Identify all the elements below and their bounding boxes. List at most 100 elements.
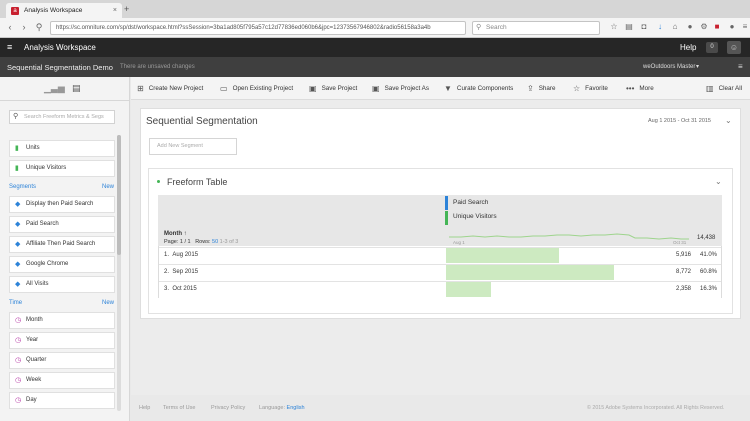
create-project-button[interactable]: ⊞ Create New Project bbox=[137, 77, 203, 100]
time-item-day[interactable]: ◷ Day bbox=[9, 392, 115, 409]
language-label: Language: bbox=[259, 405, 285, 411]
row-name: Oct 2015 bbox=[172, 286, 197, 292]
row-index: 2. bbox=[164, 269, 170, 275]
segment-icon: ◆ bbox=[15, 281, 21, 288]
project-name[interactable]: Sequential Segmentation Demo bbox=[7, 63, 113, 72]
rail-scrollbar-thumb[interactable] bbox=[117, 135, 121, 255]
visualizations-tab-icon[interactable]: ▁▃▅ bbox=[44, 83, 65, 94]
rows-per-page-selector[interactable]: 50 bbox=[212, 239, 218, 245]
browser-tab-title: Analysis Workspace bbox=[24, 7, 83, 14]
sparkline-start-label: Aug 1 bbox=[453, 240, 465, 245]
extension-2-icon[interactable]: ● bbox=[726, 22, 738, 31]
reading-list-icon[interactable]: ▤ bbox=[623, 22, 635, 31]
add-segment-dropzone[interactable]: Add New Segment bbox=[149, 138, 237, 155]
time-item-month[interactable]: ◷ Month bbox=[9, 312, 115, 329]
project-header: Sequential Segmentation Demo There are u… bbox=[0, 57, 750, 77]
footer-terms-link[interactable]: Terms of Use bbox=[163, 405, 195, 411]
extension-icon[interactable]: ■ bbox=[711, 22, 723, 31]
browser-search-input[interactable]: ⚲ Search bbox=[472, 21, 600, 35]
footer-language: Language: English bbox=[259, 405, 305, 411]
help-link[interactable]: Help bbox=[680, 43, 696, 52]
home-icon[interactable]: ⌂ bbox=[669, 22, 681, 31]
download-icon[interactable]: ↓ bbox=[654, 22, 666, 31]
segment-item-google-chrome[interactable]: ◆ Google Chrome bbox=[9, 256, 115, 273]
row-value: 5,916 bbox=[676, 252, 692, 258]
curate-components-button[interactable]: ▼ Curate Components bbox=[444, 77, 513, 100]
user-avatar-icon[interactable]: ☺ bbox=[727, 41, 741, 54]
segment-icon: ◆ bbox=[15, 261, 21, 268]
unsaved-status: There are unsaved changes bbox=[120, 64, 195, 70]
segment-label: All Visits bbox=[26, 281, 49, 287]
clock-icon: ◷ bbox=[15, 397, 22, 404]
dimension-label: Month bbox=[164, 231, 182, 237]
time-item-year[interactable]: ◷ Year bbox=[9, 332, 115, 349]
new-time-link[interactable]: New bbox=[102, 300, 114, 306]
bookmark-star-icon[interactable]: ☆ bbox=[608, 22, 620, 31]
share-button[interactable]: ⇪ Share bbox=[527, 77, 556, 100]
close-tab-icon[interactable]: × bbox=[113, 7, 117, 14]
time-item-quarter[interactable]: ◷ Quarter bbox=[9, 352, 115, 369]
report-suite-selector[interactable]: weOutdoors Master bbox=[643, 64, 695, 70]
favorite-button[interactable]: ☆ Favorite bbox=[573, 77, 608, 100]
new-segment-link[interactable]: New bbox=[102, 184, 114, 190]
new-tab-button[interactable]: + bbox=[124, 4, 129, 14]
row-percent: 16.3% bbox=[700, 286, 718, 292]
dimension-header[interactable]: Month ↑ bbox=[164, 231, 187, 237]
segment-item-paid-search[interactable]: ◆ Paid Search bbox=[9, 216, 115, 233]
url-bar[interactable]: https://sc.omniture.com/sp/dst/workspace… bbox=[50, 21, 466, 35]
segment-icon: ◆ bbox=[15, 201, 21, 208]
chevron-down-icon[interactable]: ▾ bbox=[696, 63, 699, 70]
hamburger-menu-icon[interactable]: ≡ bbox=[7, 42, 12, 52]
browser-menu-icon[interactable]: ≡ bbox=[739, 22, 750, 31]
row-percent: 60.8% bbox=[700, 269, 718, 275]
table-row[interactable] bbox=[159, 264, 721, 281]
row-index: 3. bbox=[164, 286, 170, 292]
segment-label: Google Chrome bbox=[26, 261, 69, 267]
segment-item-all-visits[interactable]: ◆ All Visits bbox=[9, 276, 115, 293]
table-row[interactable] bbox=[159, 247, 721, 264]
open-project-button[interactable]: ▭ Open Existing Project bbox=[220, 77, 293, 100]
metric-item-unique-visitors[interactable]: ▮ Unique Visitors bbox=[9, 160, 115, 177]
footer-help-link[interactable]: Help bbox=[139, 405, 150, 411]
chevron-down-icon[interactable]: ⌄ bbox=[725, 116, 732, 125]
save-project-as-button[interactable]: ▣ Save Project As bbox=[372, 77, 429, 100]
visualization-title[interactable]: Freeform Table bbox=[167, 177, 227, 187]
star-icon: ☆ bbox=[573, 84, 581, 93]
more-button[interactable]: ••• More bbox=[626, 77, 654, 100]
create-icon: ⊞ bbox=[137, 84, 144, 93]
row-index: 1. bbox=[164, 252, 170, 258]
forward-icon[interactable]: › bbox=[18, 22, 30, 32]
sort-arrow-icon[interactable]: ↑ bbox=[184, 231, 187, 237]
project-menu-icon[interactable]: ≡ bbox=[738, 62, 743, 71]
pocket-icon[interactable]: ◘ bbox=[638, 22, 650, 31]
time-item-week[interactable]: ◷ Week bbox=[9, 372, 115, 389]
clock-icon: ◷ bbox=[15, 337, 22, 344]
panel-date-range[interactable]: Aug 1 2015 - Oct 31 2015 bbox=[648, 118, 711, 124]
browser-tab[interactable]: a Analysis Workspace × bbox=[6, 3, 122, 18]
chat-icon[interactable]: ● bbox=[684, 22, 696, 31]
footer-privacy-link[interactable]: Privacy Policy bbox=[211, 405, 245, 411]
segment-icon: ◆ bbox=[15, 241, 21, 248]
panel-title[interactable]: Sequential Segmentation bbox=[146, 116, 258, 127]
row-label[interactable]: 1. Aug 2015 bbox=[164, 252, 198, 258]
column-segment-header[interactable]: Paid Search bbox=[453, 199, 488, 206]
save-project-button[interactable]: ▣ Save Project bbox=[309, 77, 357, 100]
sync-icon[interactable]: ⚙ bbox=[698, 22, 710, 31]
components-tab-icon[interactable]: ▤ bbox=[72, 83, 81, 94]
component-search-input[interactable]: ⚲ Search Freeform Metrics & Segs bbox=[9, 110, 115, 124]
language-selector[interactable]: English bbox=[287, 405, 305, 411]
table-row[interactable] bbox=[159, 281, 721, 298]
time-header: Time bbox=[9, 300, 23, 306]
column-metric-header[interactable]: Unique Visitors bbox=[453, 213, 497, 220]
back-icon[interactable]: ‹ bbox=[4, 22, 16, 32]
row-label[interactable]: 2. Sep 2015 bbox=[164, 269, 198, 275]
metric-item-units[interactable]: ▮ Units bbox=[9, 140, 115, 157]
chevron-down-icon[interactable]: ⌄ bbox=[715, 177, 722, 186]
page-value: 1 / 1 bbox=[179, 239, 191, 245]
clear-all-button[interactable]: ▥ Clear All bbox=[706, 77, 742, 100]
segment-item-display-then-paid-search[interactable]: ◆ Display then Paid Search bbox=[9, 196, 115, 213]
notifications-badge[interactable]: 0 bbox=[706, 42, 718, 53]
segment-item-affiliate-then-paid-search[interactable]: ◆ Affiliate Then Paid Search bbox=[9, 236, 115, 253]
segment-label: Paid Search bbox=[26, 221, 59, 227]
row-label[interactable]: 3. Oct 2015 bbox=[164, 286, 197, 292]
